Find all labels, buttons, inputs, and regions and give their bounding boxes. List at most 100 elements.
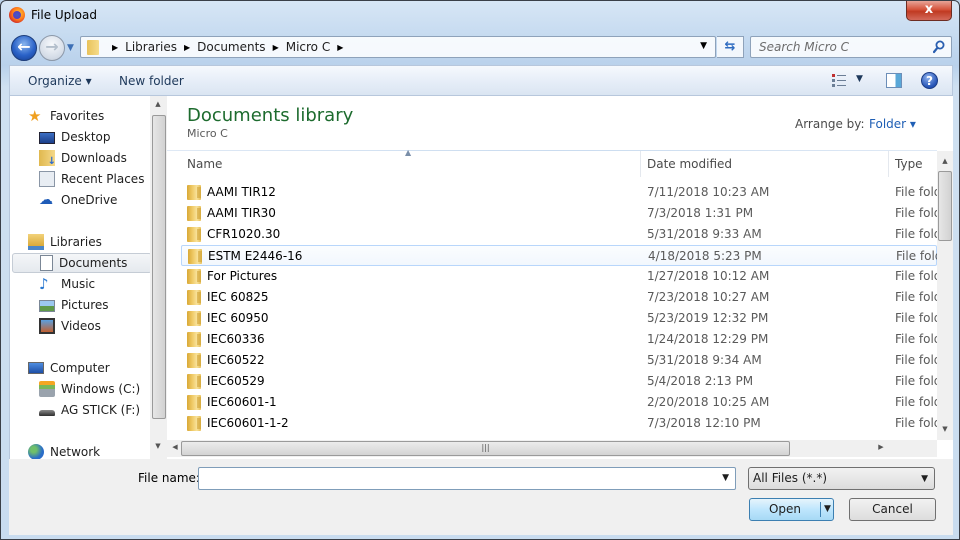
sidebar-item-documents[interactable]: Documents [12, 253, 152, 273]
address-bar[interactable]: ▶ Libraries ▶ Documents ▶ Micro C ▶ ▼ [80, 36, 716, 58]
folder-icon [187, 227, 201, 242]
breadcrumb-separator-icon[interactable]: ▶ [273, 43, 279, 52]
sidebar-item-pictures[interactable]: Pictures [10, 295, 150, 315]
sidebar-item-favorites[interactable]: ★ Favorites [10, 106, 150, 126]
refresh-button[interactable]: ⇆ [717, 36, 744, 58]
file-date-modified: 7/3/2018 1:31 PM [647, 206, 754, 220]
close-button[interactable]: x [906, 1, 952, 21]
file-row[interactable]: CFR1020.30 5/31/2018 9:33 AM File folder [181, 224, 937, 245]
sidebar-item-libraries[interactable]: Libraries [10, 232, 150, 252]
file-row[interactable]: AAMI TIR12 7/11/2018 10:23 AM File folder [181, 182, 937, 203]
refresh-icon: ⇆ [724, 39, 736, 54]
file-row[interactable]: AAMI TIR30 7/3/2018 1:31 PM File folder [181, 203, 937, 224]
chevron-down-icon: ▼ [67, 43, 74, 53]
file-row[interactable]: IEC60601-1 2/20/2018 10:25 AM File folder [181, 392, 937, 413]
sidebar-item-ag-stick-f[interactable]: AG STICK (F:) [10, 400, 150, 420]
breadcrumb-libraries[interactable]: Libraries [125, 40, 177, 54]
column-header-type[interactable]: Type [889, 151, 937, 177]
scroll-down-icon[interactable]: ▼ [937, 425, 953, 433]
file-name-dropdown-icon[interactable]: ▼ [722, 473, 729, 483]
sidebar-item-music[interactable]: ♪ Music [10, 274, 150, 294]
file-name: IEC60601-1-2 [207, 416, 289, 430]
view-options-icon[interactable] [832, 74, 846, 87]
folder-icon [87, 40, 99, 55]
open-button-label: Open [768, 502, 802, 516]
file-list-horizontal-scrollbar[interactable]: ◀ ||| ▶ [167, 440, 937, 457]
sidebar-item-windows-c[interactable]: Windows (C:) [10, 379, 150, 399]
address-dropdown-icon[interactable]: ▼ [700, 41, 707, 51]
file-upload-dialog: File Upload x ← → ▼ ▶ Libraries ▶ Docume… [0, 0, 960, 540]
file-date-modified: 2/20/2018 10:25 AM [647, 395, 770, 409]
window-title: File Upload [31, 8, 97, 22]
scroll-up-icon[interactable]: ▲ [150, 100, 166, 108]
recent-pages-dropdown[interactable]: ▼ [67, 43, 77, 53]
file-name: CFR1020.30 [207, 227, 281, 241]
arrange-by-dropdown[interactable]: Folder ▾ [869, 117, 916, 131]
sidebar-item-recent-places[interactable]: Recent Places [10, 169, 150, 189]
folder-icon [187, 395, 201, 410]
file-type: File folder [895, 227, 937, 241]
file-name: AAMI TIR30 [207, 206, 276, 220]
file-row[interactable]: For Pictures 1/27/2018 10:12 AM File folde… [181, 266, 937, 287]
sidebar-item-videos[interactable]: Videos [10, 316, 150, 336]
help-icon[interactable]: ? [921, 72, 938, 89]
view-options-dropdown-icon[interactable]: ▼ [856, 74, 863, 84]
organize-button[interactable]: Organize ▾ [28, 74, 92, 88]
dialog-footer: File name: ▼ All Files (*.*) ▼ Open ▼ Ca… [9, 459, 953, 535]
sidebar-item-onedrive[interactable]: ☁ OneDrive [10, 190, 150, 210]
sidebar-item-downloads[interactable]: ↓ Downloads [10, 148, 150, 168]
file-list-pane: Documents library Micro C Arrange by: Fo… [167, 96, 953, 459]
preview-pane-icon[interactable] [886, 73, 902, 88]
file-row[interactable]: IEC 60825 7/23/2018 10:27 AM File folder [181, 287, 937, 308]
file-row[interactable]: ESTM E2446-16 4/18/2018 5:23 PM File folde… [181, 245, 938, 266]
file-name-input[interactable]: ▼ [198, 467, 736, 490]
file-list-vertical-scrollbar[interactable]: ▲ ▼ [937, 151, 953, 440]
scroll-down-icon[interactable]: ▼ [150, 442, 166, 450]
folder-icon [187, 353, 201, 368]
file-row[interactable]: IEC 60950 5/23/2019 12:32 PM File folder [181, 308, 937, 329]
file-type: File folder [895, 416, 937, 430]
file-type: File folder [895, 395, 937, 409]
back-button[interactable]: ← [11, 35, 37, 61]
new-folder-button[interactable]: New folder [119, 74, 184, 88]
file-date-modified: 7/3/2018 12:10 PM [647, 416, 761, 430]
breadcrumb: ▶ Libraries ▶ Documents ▶ Micro C ▶ [105, 40, 350, 54]
open-button[interactable]: Open ▼ [749, 498, 834, 521]
scroll-right-icon[interactable]: ▶ [873, 443, 889, 451]
file-row[interactable]: IEC60336 1/24/2018 12:29 PM File folder [181, 329, 937, 350]
folder-icon [187, 269, 201, 284]
column-header-date-modified[interactable]: Date modified [641, 151, 889, 177]
file-row[interactable]: IEC60529 5/4/2018 2:13 PM File folder [181, 371, 937, 392]
pictures-icon [39, 300, 55, 312]
scrollbar-thumb[interactable] [152, 115, 166, 419]
scrollbar-thumb[interactable]: ||| [181, 441, 790, 456]
file-list: AAMI TIR127/11/2018 10:23 AMFile folder A… [181, 182, 938, 434]
open-options-dropdown-icon[interactable]: ▼ [820, 502, 834, 517]
breadcrumb-micro-c[interactable]: Micro C [286, 40, 331, 54]
scrollbar-thumb[interactable] [938, 171, 952, 241]
column-header-name[interactable]: Name [181, 151, 641, 177]
breadcrumb-documents[interactable]: Documents [197, 40, 265, 54]
sidebar-item-computer[interactable]: Computer [10, 358, 150, 378]
file-type: File folder [895, 290, 937, 304]
file-type-select[interactable]: All Files (*.*) ▼ [748, 467, 935, 490]
file-date-modified: 5/4/2018 2:13 PM [647, 374, 754, 388]
breadcrumb-separator-icon[interactable]: ▶ [184, 43, 190, 52]
file-name: IEC60601-1 [207, 395, 277, 409]
search-icon[interactable] [933, 40, 945, 54]
breadcrumb-separator-icon[interactable]: ▶ [337, 43, 343, 52]
search-input[interactable]: Search Micro C [750, 36, 952, 58]
file-row[interactable]: IEC60601-1-2 7/3/2018 12:10 PM File folder [181, 413, 937, 434]
file-date-modified: 4/18/2018 5:23 PM [648, 249, 762, 263]
file-date-modified: 5/23/2019 12:32 PM [647, 311, 769, 325]
breadcrumb-separator-icon[interactable]: ▶ [112, 43, 118, 52]
folder-icon [187, 290, 201, 305]
forward-button[interactable]: → [39, 35, 65, 61]
navigation-pane-scrollbar[interactable]: ▲ ▼ [150, 96, 167, 459]
scroll-up-icon[interactable]: ▲ [937, 157, 953, 165]
file-row[interactable]: IEC60522 5/31/2018 9:34 AM File folder [181, 350, 937, 371]
cancel-button[interactable]: Cancel [849, 498, 936, 521]
file-date-modified: 5/31/2018 9:34 AM [647, 353, 762, 367]
drive-icon [39, 381, 55, 397]
sidebar-item-desktop[interactable]: Desktop [10, 127, 150, 147]
